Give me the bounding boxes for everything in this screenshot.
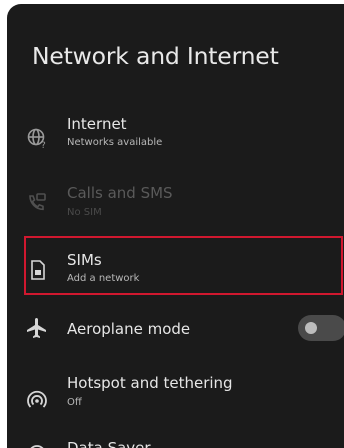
calls-sms-item[interactable]: Calls and SMS No SIM xyxy=(7,182,344,234)
hotspot-icon xyxy=(25,388,49,412)
calls-sms-subtitle: No SIM xyxy=(67,207,102,218)
calls-sms-label: Calls and SMS xyxy=(67,184,173,202)
settings-screen: Network and Internet ? Internet Networks… xyxy=(7,4,344,448)
data-saver-item[interactable]: Data Saver xyxy=(7,438,344,448)
hotspot-tethering-item[interactable]: Hotspot and tethering Off xyxy=(7,370,344,420)
hotspot-tethering-subtitle: Off xyxy=(67,397,82,408)
airplane-icon xyxy=(25,316,49,340)
aeroplane-mode-item[interactable]: Aeroplane mode xyxy=(7,304,344,352)
internet-subtitle: Networks available xyxy=(67,137,163,148)
data-saver-icon xyxy=(25,442,49,448)
internet-label: Internet xyxy=(67,115,127,133)
globe-wifi-icon: ? xyxy=(25,126,49,150)
aeroplane-mode-label: Aeroplane mode xyxy=(67,320,191,338)
phone-sms-icon xyxy=(25,191,49,215)
data-saver-label: Data Saver xyxy=(67,439,151,448)
svg-text:?: ? xyxy=(41,141,46,150)
toggle-knob xyxy=(305,322,317,334)
aeroplane-mode-toggle[interactable] xyxy=(298,315,344,341)
internet-item[interactable]: ? Internet Networks available xyxy=(7,112,344,164)
page-title: Network and Internet xyxy=(32,42,279,70)
hotspot-tethering-label: Hotspot and tethering xyxy=(67,374,233,392)
sims-highlight-box xyxy=(24,236,343,295)
